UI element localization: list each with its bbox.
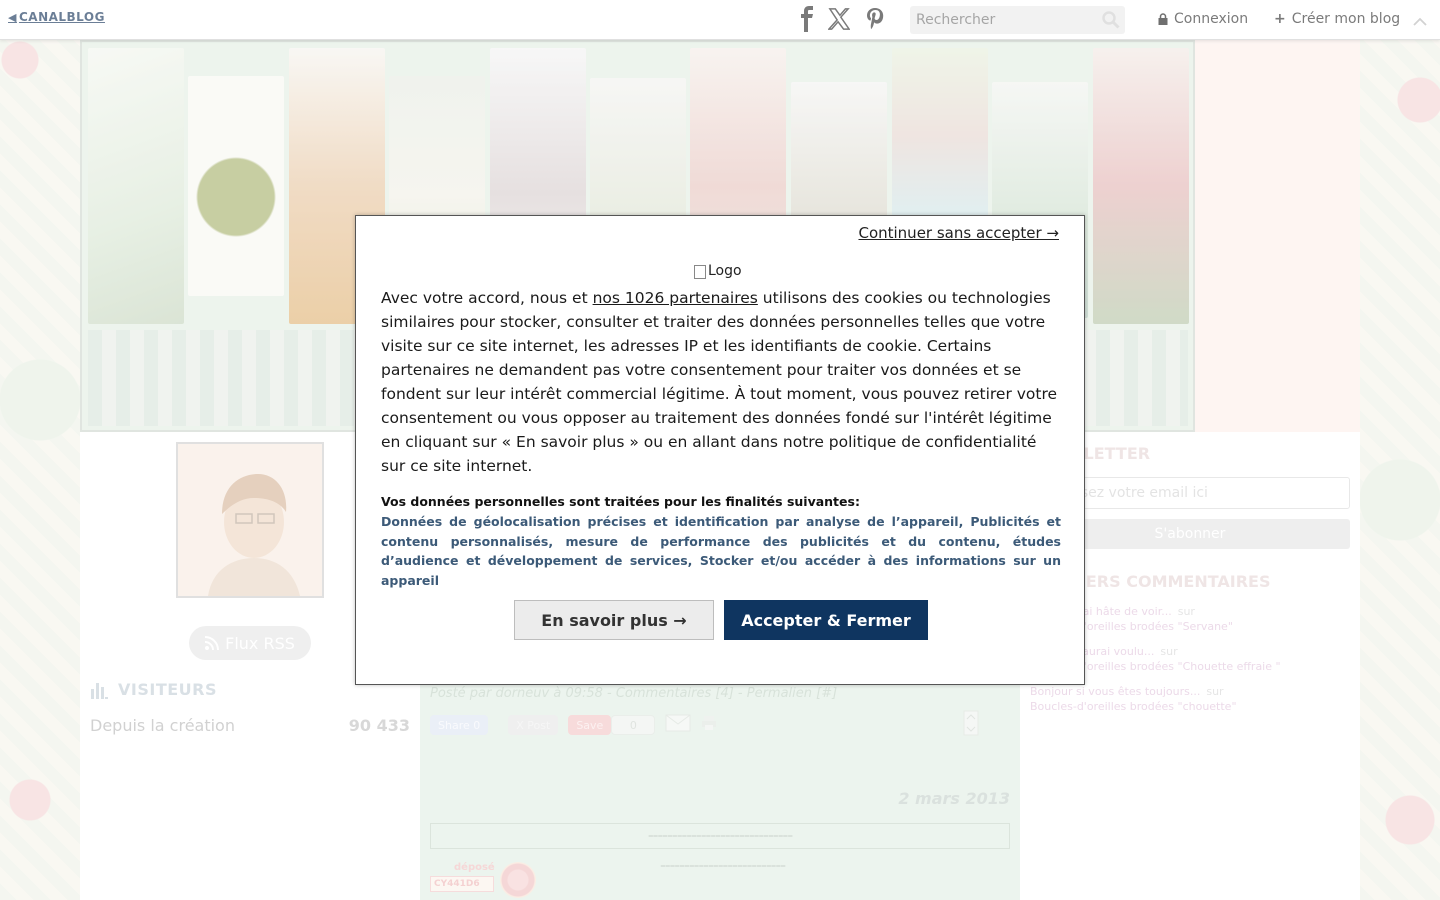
cookie-consent-dialog: Continuer sans accepter → Logo Avec votr… bbox=[355, 215, 1085, 685]
consent-text-start: Avec votre accord, nous et bbox=[381, 289, 593, 307]
partners-link[interactable]: nos 1026 partenaires bbox=[593, 289, 758, 307]
broken-image-icon bbox=[694, 265, 706, 279]
consent-logo: Logo bbox=[694, 263, 742, 279]
learn-more-button[interactable]: En savoir plus → bbox=[514, 600, 714, 640]
continue-without-accepting-link[interactable]: Continuer sans accepter → bbox=[858, 224, 1059, 242]
purposes-list: Données de géolocalisation précises et i… bbox=[381, 514, 1061, 588]
purposes-title: Vos données personnelles sont traitées p… bbox=[381, 494, 860, 509]
accept-and-close-button[interactable]: Accepter & Fermer bbox=[724, 600, 928, 640]
logo-alt-text: Logo bbox=[708, 263, 742, 279]
consent-description: Avec votre accord, nous et nos 1026 part… bbox=[381, 286, 1061, 478]
consent-text-rest: utilisons des cookies ou technologies si… bbox=[381, 289, 1058, 475]
